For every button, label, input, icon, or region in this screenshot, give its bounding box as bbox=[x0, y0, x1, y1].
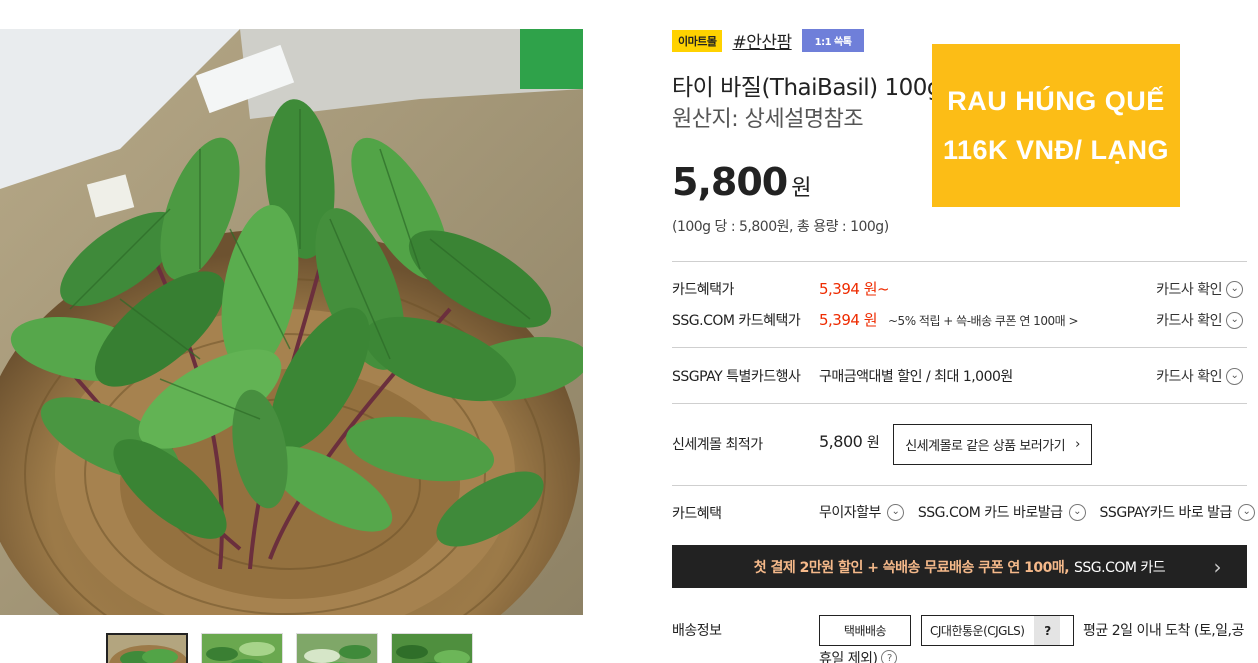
chevron-down-circle-icon: ⌄ bbox=[1226, 311, 1243, 329]
promo-line-2: 116K VNĐ/ LẠNG bbox=[942, 134, 1170, 165]
parcel-delivery-button[interactable]: 택배배송 bbox=[819, 615, 911, 646]
emart-mall-badge[interactable]: 이마트몰 bbox=[672, 29, 723, 52]
card-check-label: 카드사 확인 bbox=[1156, 369, 1222, 385]
carrier-help-icon[interactable]: ? bbox=[1034, 616, 1061, 645]
thumbnail-image bbox=[108, 635, 186, 663]
ssg-card-promo-banner[interactable]: 첫 결제 2만원 할인 + 쓱배송 무료배송 쿠폰 연 100매, SSG.CO… bbox=[672, 545, 1247, 588]
banner-highlight-text: 첫 결제 2만원 할인 + 쓱배송 무료배송 쿠폰 연 100매, bbox=[753, 559, 1070, 576]
chevron-down-circle-icon: ⌄ bbox=[1226, 367, 1243, 385]
ssg-card-issue-item[interactable]: SSG.COM 카드 바로발급 ⌄ bbox=[918, 502, 1086, 522]
shinsegae-same-product-button[interactable]: 신세계몰로 같은 상품 보러가기 › bbox=[893, 424, 1092, 465]
card-check-button-2[interactable]: 카드사 확인 ⌄ bbox=[1156, 310, 1243, 330]
delivery-estimate-line2: 휴일 제외) bbox=[819, 651, 878, 663]
card-benefit-price-label: 카드혜택가 bbox=[672, 282, 734, 298]
thumbnail-1[interactable] bbox=[106, 633, 188, 663]
card-benefit-price: 5,394 원~ bbox=[819, 280, 890, 298]
divider bbox=[672, 403, 1247, 404]
promo-line-1: RAU HÚNG QUẾ bbox=[947, 85, 1165, 116]
product-main-image[interactable] bbox=[0, 29, 583, 615]
card-check-button-1[interactable]: 카드사 확인 ⌄ bbox=[1156, 279, 1243, 299]
chevron-right-icon: › bbox=[1213, 555, 1222, 579]
card-benefit-list: 무이자할부 ⌄ SSG.COM 카드 바로발급 ⌄ SSGPAY카드 바로 발급… bbox=[819, 502, 1255, 522]
ssgpay-event-value: 구매금액대별 할인 / 최대 1,000원 bbox=[819, 369, 1013, 385]
benefit-item-label: 무이자할부 bbox=[819, 505, 881, 521]
benefit-item-label: SSGPAY카드 바로 발급 bbox=[1099, 505, 1233, 521]
sale-price: 5,800 bbox=[672, 160, 788, 204]
divider bbox=[672, 347, 1247, 348]
interest-free-installment-item[interactable]: 무이자할부 ⌄ bbox=[819, 502, 904, 522]
chevron-down-circle-icon: ⌄ bbox=[1226, 280, 1243, 298]
shinsegae-best-price-label: 신세계몰 최적가 bbox=[672, 437, 763, 453]
product-title: 타이 바질(ThaiBasil) 100g bbox=[672, 75, 941, 101]
divider bbox=[672, 485, 1247, 486]
carrier-label: CJ대한통운(CJGLS) bbox=[930, 624, 1025, 638]
ssg-card-benefit-link[interactable]: ~5% 적립 + 쓱-배송 쿠폰 연 100매 > bbox=[888, 312, 1079, 329]
product-info-panel: 이마트몰 #안산팜 1:1 쓱톡 타이 바질(ThaiBasil) 100g 원… bbox=[672, 0, 1255, 663]
basil-photo bbox=[0, 29, 583, 615]
card-check-button-3[interactable]: 카드사 확인 ⌄ bbox=[1156, 366, 1243, 386]
banner-card-text: SSG.COM 카드 bbox=[1074, 559, 1166, 576]
product-origin: 원산지: 상세설명참조 bbox=[672, 107, 864, 132]
card-check-label: 카드사 확인 bbox=[1156, 282, 1222, 298]
ssg-card-price: 5,394 원 bbox=[819, 311, 878, 329]
badge-row: 이마트몰 #안산팜 1:1 쓱톡 bbox=[672, 28, 865, 53]
carrier-button[interactable]: CJ대한통운(CJGLS) ? bbox=[921, 615, 1074, 646]
ssg-card-price-label: SSG.COM 카드혜택가 bbox=[672, 313, 801, 329]
delivery-estimate: 평균 2일 이내 도착 (토,일,공 bbox=[1083, 623, 1244, 639]
card-benefit-label: 카드혜택 bbox=[672, 506, 722, 522]
shinsegae-price: 5,800 원 bbox=[819, 432, 880, 452]
shinsegae-price-unit: 원 bbox=[866, 435, 880, 451]
chat-talk-button[interactable]: 1:1 쓱톡 bbox=[801, 29, 865, 52]
thumbnail-3[interactable] bbox=[296, 633, 378, 663]
thumbnail-image bbox=[392, 634, 472, 663]
shipping-method-label: 택배배송 bbox=[843, 624, 887, 638]
question-circle-icon[interactable]: ? bbox=[881, 650, 898, 663]
delivery-estimate-cont: 휴일 제외) ? bbox=[819, 648, 898, 663]
shinsegae-button-label: 신세계몰로 같은 상품 보러가기 bbox=[905, 439, 1066, 454]
thumbnail-image bbox=[202, 634, 282, 663]
ssgpay-card-issue-item[interactable]: SSGPAY카드 바로 발급 ⌄ bbox=[1100, 502, 1255, 522]
divider bbox=[672, 261, 1247, 262]
unit-price-info: (100g 당 : 5,800원, 총 용량 : 100g) bbox=[672, 219, 889, 235]
thumbnail-strip bbox=[106, 633, 473, 663]
chevron-down-circle-icon: ⌄ bbox=[1068, 503, 1086, 521]
shipping-info-label: 배송정보 bbox=[672, 623, 722, 639]
price-block: 5,800 원 bbox=[672, 160, 811, 204]
chevron-down-circle-icon: ⌄ bbox=[1237, 503, 1255, 521]
card-check-label: 카드사 확인 bbox=[1156, 313, 1222, 329]
thumbnail-2[interactable] bbox=[201, 633, 283, 663]
chevron-right-icon: › bbox=[1075, 437, 1080, 452]
benefit-item-label: SSG.COM 카드 바로발급 bbox=[917, 505, 1063, 521]
chevron-down-circle-icon: ⌄ bbox=[886, 503, 904, 521]
thumbnail-4[interactable] bbox=[391, 633, 473, 663]
price-currency: 원 bbox=[791, 176, 811, 201]
promo-overlay-box: RAU HÚNG QUẾ 116K VNĐ/ LẠNG bbox=[932, 44, 1180, 207]
store-tag-link[interactable]: #안산팜 bbox=[730, 28, 793, 53]
shinsegae-price-value: 5,800 bbox=[819, 432, 863, 451]
ssgpay-event-label: SSGPAY 특별카드행사 bbox=[672, 369, 801, 385]
thumbnail-image bbox=[297, 634, 377, 663]
